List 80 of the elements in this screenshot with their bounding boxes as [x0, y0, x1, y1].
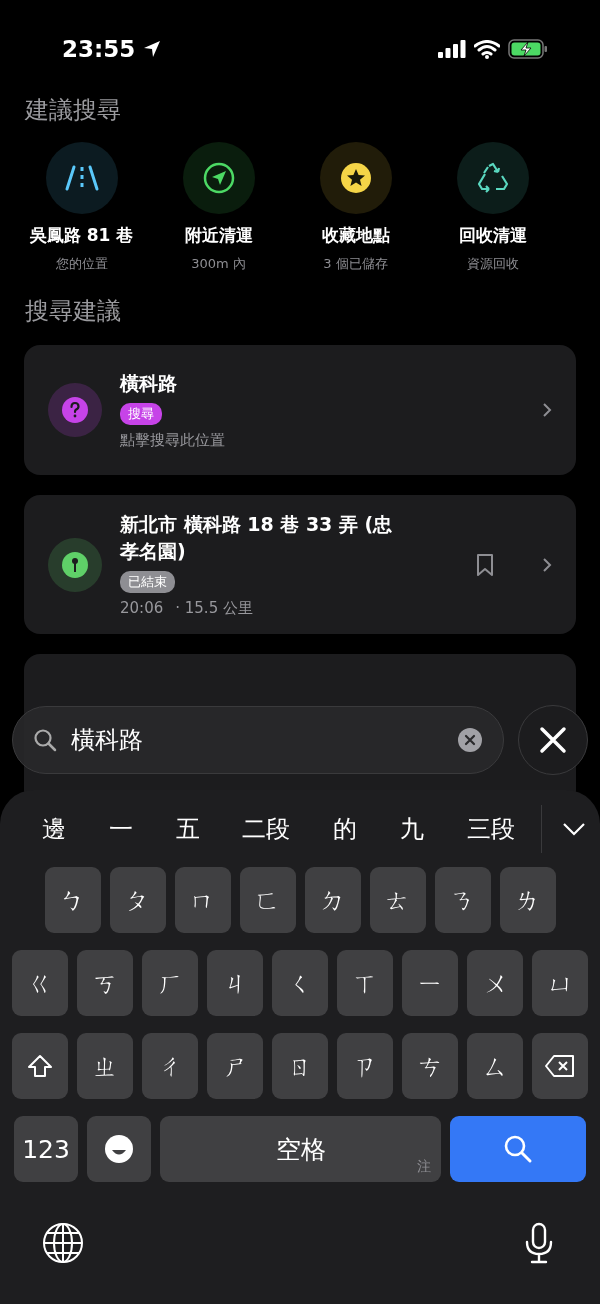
- wifi-icon: [474, 39, 500, 59]
- shift-icon: [27, 1054, 53, 1078]
- keyboard-key[interactable]: ㄎ: [77, 950, 133, 1016]
- keyboard-key[interactable]: ㄔ: [142, 1033, 198, 1099]
- search-field[interactable]: 橫科路: [71, 726, 443, 754]
- result-title: 新北市 橫科路 18 巷 33 弄 (忠孝名園): [120, 512, 394, 564]
- result-time: 20:06: [120, 599, 164, 618]
- status-tag: 已結束: [120, 571, 175, 593]
- candidate-word[interactable]: 的: [321, 813, 370, 845]
- search-icon: [33, 728, 57, 752]
- status-time: 23:55: [62, 36, 136, 62]
- keyboard-key[interactable]: ㄐ: [207, 950, 263, 1016]
- battery-charging-icon: [508, 39, 548, 59]
- delete-icon: [544, 1054, 576, 1078]
- result-card[interactable]: 新北市 橫科路 18 巷 33 弄 (忠孝名園) 已結束 20:06 · 15.5 公里: [24, 495, 576, 634]
- globe-icon[interactable]: [42, 1222, 84, 1264]
- microphone-icon[interactable]: [524, 1222, 554, 1264]
- keyboard-key[interactable]: ㄗ: [337, 1033, 393, 1099]
- section-title: 建議搜尋: [24, 95, 122, 126]
- numbers-key[interactable]: 123: [14, 1116, 78, 1182]
- emoji-icon: [104, 1134, 134, 1164]
- keyboard-key[interactable]: ㄈ: [239, 867, 296, 933]
- bookmark-icon[interactable]: [476, 552, 494, 577]
- candidate-word[interactable]: 一: [96, 813, 145, 845]
- search-icon: [503, 1134, 533, 1164]
- keyboard-key[interactable]: ㄘ: [402, 1033, 458, 1099]
- clear-icon[interactable]: [457, 727, 483, 753]
- keyboard-key[interactable]: ㄨ: [467, 950, 523, 1016]
- keyboard-key[interactable]: ㄧ: [402, 950, 458, 1016]
- shortcut-label: 回收清運: [458, 224, 527, 247]
- keyboard-key[interactable]: ㄉ: [304, 867, 361, 933]
- status-tag: 搜尋: [120, 403, 162, 425]
- shortcut-label: 吳鳳路 81 巷: [29, 224, 134, 247]
- keyboard-key[interactable]: ㄅ: [44, 867, 101, 933]
- keyboard-key[interactable]: ㄒ: [337, 950, 393, 1016]
- close-icon: [539, 726, 567, 754]
- shortcut-subtitle: 資源回收: [466, 255, 519, 273]
- pin-icon: [62, 551, 88, 578]
- keyboard-key[interactable]: ㄕ: [207, 1033, 263, 1099]
- shortcut-label: 收藏地點: [321, 224, 390, 247]
- keyboard-key[interactable]: ㄆ: [109, 867, 166, 933]
- keyboard-key[interactable]: ㄙ: [467, 1033, 523, 1099]
- chevron-right-icon: [542, 402, 552, 418]
- recycle-icon: [475, 162, 510, 194]
- keyboard-key[interactable]: ㄋ: [434, 867, 491, 933]
- candidate-word[interactable]: 三段: [454, 813, 527, 845]
- location-arrow-icon: [143, 40, 162, 58]
- space-key[interactable]: 空格 注: [160, 1116, 441, 1182]
- road-icon: [64, 165, 99, 191]
- keyboard-key[interactable]: ㄑ: [272, 950, 328, 1016]
- delete-key[interactable]: [532, 1033, 588, 1099]
- keyboard-key[interactable]: ㄍ: [12, 950, 68, 1016]
- candidate-word[interactable]: 五: [163, 813, 212, 845]
- question-icon: [62, 397, 88, 423]
- navigation-icon: [202, 162, 235, 194]
- emoji-key[interactable]: [87, 1116, 151, 1182]
- shortcut-subtitle: 3 個已儲存: [323, 255, 388, 273]
- signal-icon: [438, 40, 466, 58]
- keyboard-key[interactable]: ㄩ: [532, 950, 588, 1016]
- result-distance: · 15.5 公里: [175, 599, 253, 618]
- candidate-word[interactable]: 邊: [30, 813, 78, 845]
- shortcut-label: 附近清運: [184, 224, 253, 247]
- keyboard-key[interactable]: ㄊ: [369, 867, 426, 933]
- section-title: 搜尋建議: [24, 296, 122, 327]
- shortcut-subtitle: 300m 內: [191, 255, 246, 273]
- search-bar[interactable]: 橫科路: [12, 706, 504, 774]
- candidate-word[interactable]: 九: [388, 813, 437, 845]
- keyboard-key[interactable]: ㄖ: [272, 1033, 328, 1099]
- keyboard-key[interactable]: ㄏ: [142, 950, 198, 1016]
- chevron-down-icon[interactable]: [562, 822, 586, 836]
- result-detail: 點擊搜尋此位置: [120, 431, 226, 450]
- chevron-right-icon: [542, 556, 552, 573]
- result-card[interactable]: 橫科路 搜尋 點擊搜尋此位置: [24, 345, 576, 475]
- keyboard-key[interactable]: ㄇ: [174, 867, 231, 933]
- keyboard-key[interactable]: ㄓ: [77, 1033, 133, 1099]
- candidate-word[interactable]: 二段: [230, 813, 303, 845]
- result-title: 橫科路: [120, 371, 178, 396]
- shortcut-subtitle: 您的位置: [55, 255, 108, 273]
- shift-key[interactable]: [12, 1033, 68, 1099]
- keyboard-key[interactable]: ㄌ: [499, 867, 556, 933]
